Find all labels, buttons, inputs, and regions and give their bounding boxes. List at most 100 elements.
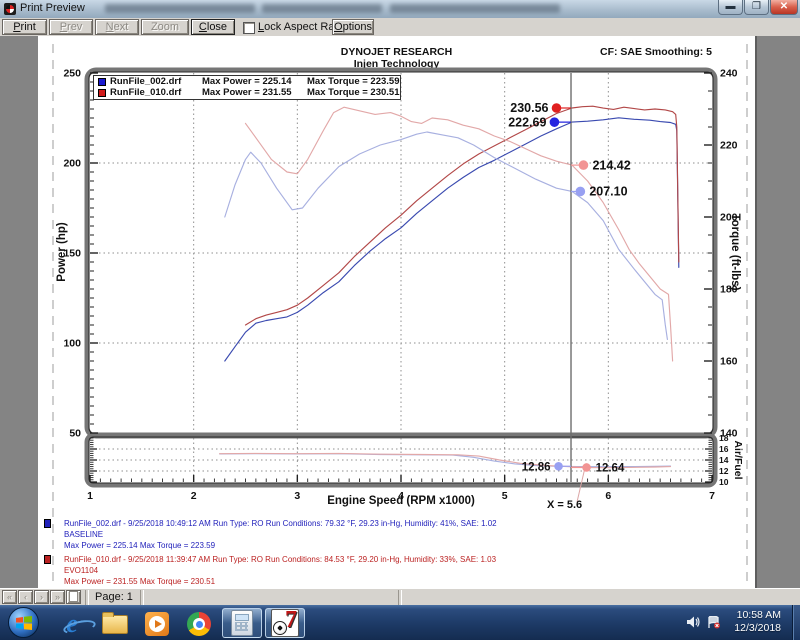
torque-tick-label: 160 xyxy=(720,356,738,368)
airfuel-tick-label: 18 xyxy=(719,433,729,443)
torque-tick-label: 240 xyxy=(720,68,738,80)
x-axis-title: Engine Speed (RPM x1000) xyxy=(90,495,712,507)
annotation-label: 222.69 xyxy=(508,115,546,129)
airfuel-tick-label: 16 xyxy=(719,444,729,454)
legend-max-torque: Max Torque = 230.51 xyxy=(307,87,400,98)
annotation-dot xyxy=(550,118,559,127)
media-player-icon xyxy=(145,612,169,636)
run-info-2: RunFile_010.drf - 9/25/2018 11:39:47 AM … xyxy=(38,554,738,587)
power-tick-label: 100 xyxy=(63,338,81,350)
legend-swatch-blue xyxy=(98,78,106,86)
window-title: Print Preview xyxy=(20,2,85,14)
nav-next-button[interactable]: › xyxy=(34,590,49,604)
annotation-label: 230.56 xyxy=(510,101,548,115)
page-indicator: Page: 1 xyxy=(95,591,133,603)
power-tick-label: 50 xyxy=(69,428,81,440)
document-icon xyxy=(69,591,78,602)
power-tick-label: 200 xyxy=(63,158,81,170)
run-swatch-red xyxy=(44,555,51,564)
annotation-dot xyxy=(552,104,561,113)
run-maxima: Max Power = 231.55 Max Torque = 230.51 xyxy=(64,576,738,587)
page-setup-button[interactable] xyxy=(66,590,81,604)
annotation-label: 12.64 xyxy=(596,463,625,475)
torque-tick-label: 220 xyxy=(720,140,738,152)
clock-date: 12/3/2018 xyxy=(734,622,781,635)
legend-file: RunFile_002.drf xyxy=(110,76,181,87)
redacted-title-text xyxy=(105,4,255,13)
internet-explorer-icon: e xyxy=(66,612,78,636)
airfuel-axis-title: Air/Fuel xyxy=(732,440,744,479)
run-label: BASELINE xyxy=(64,529,738,540)
close-button[interactable]: Close xyxy=(191,19,235,35)
close-window-button[interactable]: ✕ xyxy=(770,0,798,15)
power-tick-label: 250 xyxy=(63,68,81,80)
airfuel-tick-label: 14 xyxy=(719,455,729,465)
airfuel-tick-label: 12 xyxy=(719,466,729,476)
app-icon xyxy=(4,3,16,15)
clock[interactable]: 10:58 AM 12/3/2018 xyxy=(734,609,781,635)
nav-first-button[interactable]: « xyxy=(2,590,17,604)
annotation-label: 214.42 xyxy=(592,158,630,172)
statusbar: « ‹ › » Page: 1 xyxy=(0,588,800,606)
legend-row: RunFile_010.drf Max Power = 231.55 Max T… xyxy=(94,87,400,98)
redacted-title-text xyxy=(262,4,382,13)
options-button[interactable]: Options xyxy=(332,19,374,35)
redacted-title-text xyxy=(390,4,560,13)
restore-button[interactable]: ❐ xyxy=(744,0,769,15)
statusbar-divider xyxy=(398,590,402,605)
annotation-dot xyxy=(555,462,563,470)
page: DYNOJET RESEARCH Injen Technology CF: SA… xyxy=(38,36,755,588)
run-info-1: RunFile_002.drf - 9/25/2018 10:49:12 AM … xyxy=(38,518,738,551)
run-conditions: RunFile_002.drf - 9/25/2018 10:49:12 AM … xyxy=(64,518,738,529)
run-label: EVO1104 xyxy=(64,565,738,576)
taskbar: e 7 10:58 AM 12/3/2018 xyxy=(0,605,800,640)
taskbar-item-dynojet[interactable]: 7 xyxy=(265,608,305,638)
run-swatch-blue xyxy=(44,519,51,528)
legend: RunFile_002.drf Max Power = 225.14 Max T… xyxy=(93,75,401,100)
minimize-button[interactable]: ▬ xyxy=(718,0,743,15)
taskbar-item-ie[interactable]: e xyxy=(55,611,89,637)
taskbar-item-calculator[interactable] xyxy=(222,608,262,638)
calculator-icon xyxy=(231,610,253,636)
annotation-label: 207.10 xyxy=(589,185,627,199)
chrome-icon xyxy=(187,612,211,636)
zoom-out-button[interactable]: Zoom Out xyxy=(141,19,189,35)
annotation-label: 12.86 xyxy=(522,461,551,473)
taskbar-item-media[interactable] xyxy=(140,611,174,637)
action-center-icon[interactable] xyxy=(707,616,721,629)
windows-logo-icon xyxy=(15,615,33,631)
lock-aspect-checkbox[interactable] xyxy=(243,22,255,34)
show-desktop-button[interactable] xyxy=(792,605,800,640)
prev-button[interactable]: Prev xyxy=(49,19,93,35)
curve-RunFile_010 Power xyxy=(246,106,679,325)
power-axis-title: Power (hp) xyxy=(56,222,68,281)
volume-icon[interactable] xyxy=(687,616,701,628)
run-maxima: Max Power = 225.14 Max Torque = 223.59 xyxy=(64,540,738,551)
curve-RunFile_002 Power xyxy=(225,118,679,361)
legend-max-power: Max Power = 231.55 xyxy=(202,87,292,98)
window-titlebar[interactable]: Print Preview ▬ ❐ ✕ xyxy=(0,0,800,19)
start-button[interactable] xyxy=(8,607,39,638)
annotation-dot xyxy=(579,161,588,170)
taskbar-item-chrome[interactable] xyxy=(182,611,216,637)
taskbar-item-explorer[interactable] xyxy=(98,611,132,637)
print-button[interactable]: Print xyxy=(2,19,47,35)
statusbar-divider xyxy=(140,590,144,605)
legend-row: RunFile_002.drf Max Power = 225.14 Max T… xyxy=(94,76,400,87)
dynojet-app-icon: 7 xyxy=(271,609,299,637)
nav-prev-button[interactable]: ‹ xyxy=(18,590,33,604)
preview-area: DYNOJET RESEARCH Injen Technology CF: SA… xyxy=(0,36,800,588)
nav-last-button[interactable]: » xyxy=(50,590,65,604)
torque-axis-title: Torque (ft-lbs) xyxy=(729,213,741,290)
next-button[interactable]: Next xyxy=(95,19,139,35)
annotation-dot xyxy=(583,464,591,472)
annotation-dot xyxy=(576,187,585,196)
run-conditions: RunFile_010.drf - 9/25/2018 11:39:47 AM … xyxy=(64,554,738,565)
legend-max-power: Max Power = 225.14 xyxy=(202,76,292,87)
statusbar-divider xyxy=(85,590,89,605)
folder-icon xyxy=(102,615,128,634)
airfuel-tick-label: 10 xyxy=(719,477,729,487)
toolbar: Print Prev Next Zoom Out Close Lock Aspe… xyxy=(0,18,800,37)
clock-time: 10:58 AM xyxy=(734,609,781,622)
legend-max-torque: Max Torque = 223.59 xyxy=(307,76,400,87)
